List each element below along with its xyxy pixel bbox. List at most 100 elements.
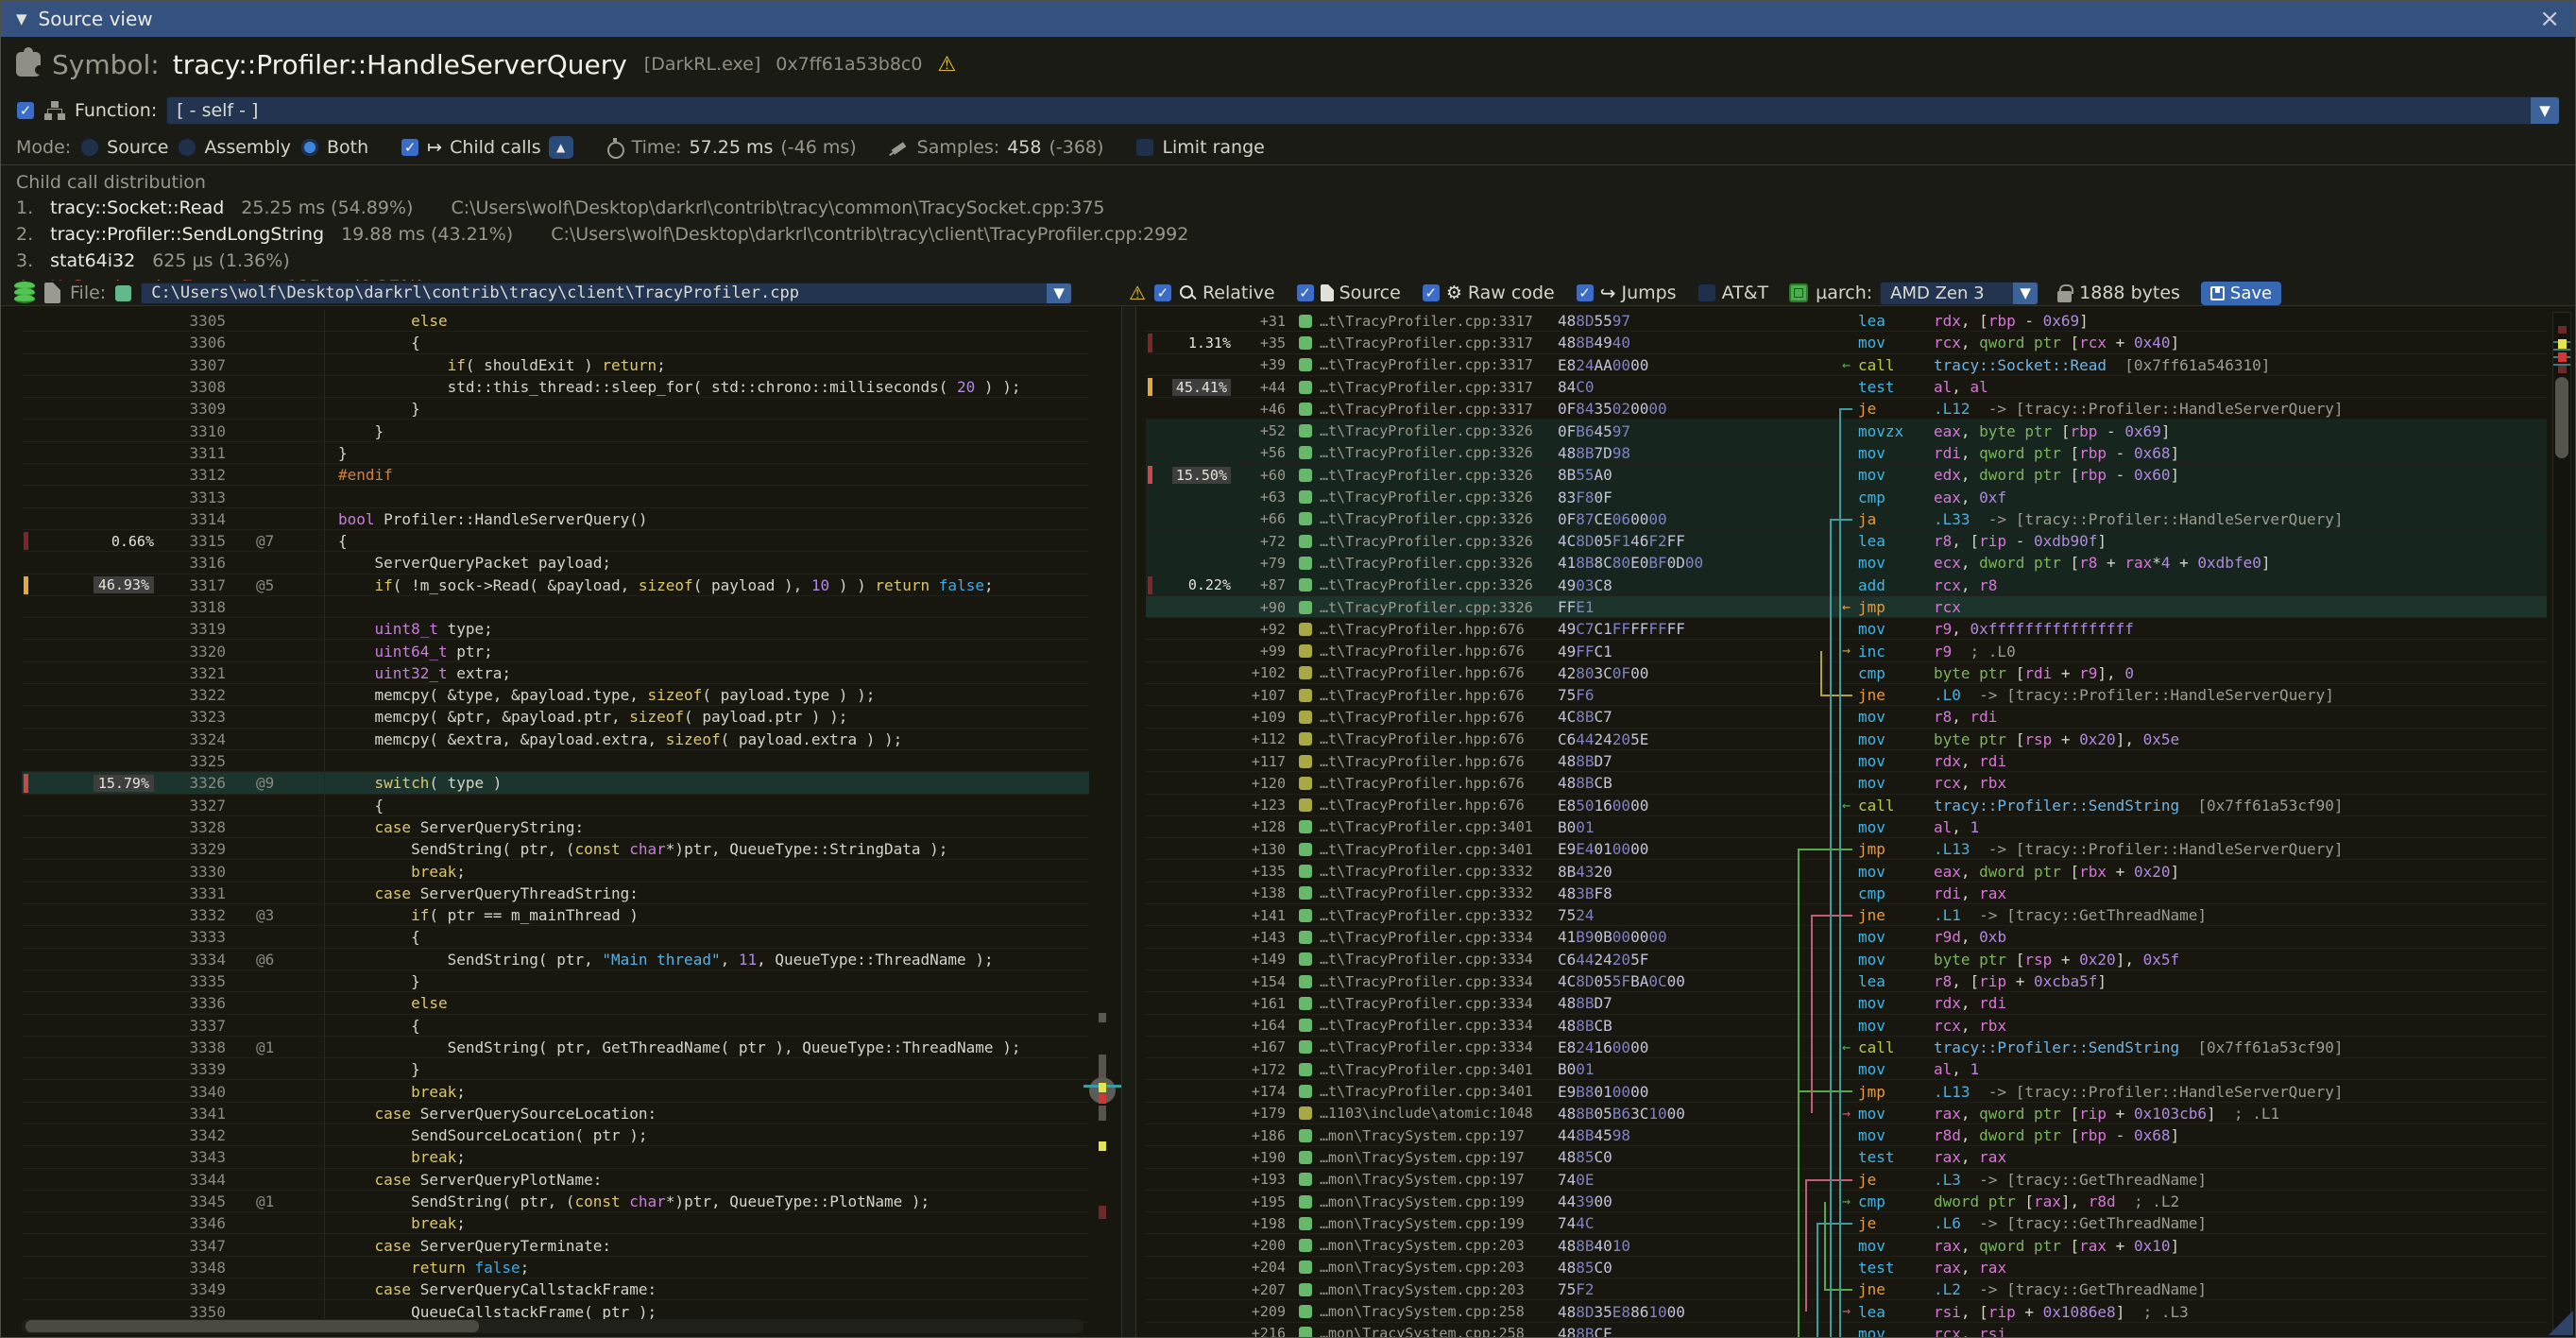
source-file-icon[interactable] bbox=[1299, 755, 1312, 768]
asm-source-location[interactable]: …mon\TracySystem.cpp:199 bbox=[1320, 1215, 1558, 1232]
asm-source-location[interactable]: …mon\TracySystem.cpp:258 bbox=[1320, 1303, 1558, 1320]
source-file-icon[interactable] bbox=[1299, 1085, 1312, 1098]
asm-mnemonic[interactable]: cmp bbox=[1852, 489, 1934, 506]
source-file-icon[interactable] bbox=[1299, 1151, 1312, 1164]
source-line[interactable]: 3312#endif bbox=[22, 464, 1089, 486]
asm-row[interactable]: +179…1103\include\atomic:1048488B05B63C1… bbox=[1146, 1103, 2547, 1124]
asm-row[interactable]: +186…mon\TracySystem.cpp:197448B4598movr… bbox=[1146, 1124, 2547, 1146]
source-line[interactable]: 15.79%3326@9 switch( type ) bbox=[22, 772, 1089, 794]
asm-source-location[interactable]: …t\TracyProfiler.cpp:3317 bbox=[1320, 313, 1558, 330]
asm-mnemonic[interactable]: mov bbox=[1852, 818, 1934, 836]
source-file-icon[interactable] bbox=[1299, 490, 1312, 504]
source-line[interactable]: 3331 case ServerQueryThreadString: bbox=[22, 883, 1089, 904]
line-number[interactable]: 3347 bbox=[163, 1237, 239, 1255]
asm-source-location[interactable]: …t\TracyProfiler.cpp:3401 bbox=[1320, 841, 1558, 858]
asm-mnemonic[interactable]: mov bbox=[1852, 1060, 1934, 1078]
asm-offset[interactable]: +56 bbox=[1237, 444, 1291, 461]
asm-mnemonic[interactable]: mov bbox=[1852, 444, 1934, 462]
child-call-row[interactable]: 1.tracy::Socket::Read25.25 ms (54.89%)C:… bbox=[16, 195, 2575, 221]
asm-row[interactable]: +172…t\TracyProfiler.cpp:3401B001moval, … bbox=[1146, 1058, 2547, 1080]
source-line[interactable]: 3337 { bbox=[22, 1015, 1089, 1037]
asm-offset[interactable]: +128 bbox=[1237, 818, 1291, 835]
source-line[interactable]: 3328 case ServerQueryString: bbox=[22, 816, 1089, 838]
source-line[interactable]: 3335 } bbox=[22, 970, 1089, 992]
asm-offset[interactable]: +207 bbox=[1237, 1281, 1291, 1298]
source-line[interactable]: 3347 case ServerQueryTerminate: bbox=[22, 1234, 1089, 1256]
asm-source-location[interactable]: …t\TracyProfiler.cpp:3401 bbox=[1320, 1083, 1558, 1100]
asm-row[interactable]: +46…t\TracyProfiler.cpp:33170F8435020000… bbox=[1146, 398, 2547, 420]
asm-offset[interactable]: +143 bbox=[1237, 929, 1291, 946]
asm-source-location[interactable]: …t\TracyProfiler.cpp:3326 bbox=[1320, 510, 1558, 527]
source-file-icon[interactable] bbox=[1299, 446, 1312, 459]
asm-row[interactable]: +135…t\TracyProfiler.cpp:33328B4320movea… bbox=[1146, 860, 2547, 882]
asm-source-location[interactable]: …mon\TracySystem.cpp:197 bbox=[1320, 1149, 1558, 1166]
asm-source-location[interactable]: …t\TracyProfiler.cpp:3326 bbox=[1320, 533, 1558, 550]
source-line[interactable]: 3319 uint8_t type; bbox=[22, 618, 1089, 640]
line-number[interactable]: 3338 bbox=[163, 1038, 239, 1056]
asm-mnemonic[interactable]: mov bbox=[1852, 863, 1934, 881]
asm-source-location[interactable]: …t\TracyProfiler.hpp:676 bbox=[1320, 621, 1558, 638]
asm-source-location[interactable]: …t\TracyProfiler.hpp:676 bbox=[1320, 687, 1558, 704]
line-number[interactable]: 3336 bbox=[163, 994, 239, 1012]
asm-row[interactable]: +31…t\TracyProfiler.cpp:3317488D5597lear… bbox=[1146, 310, 2547, 332]
asm-row[interactable]: +117…t\TracyProfiler.hpp:676488BD7movrdx… bbox=[1146, 750, 2547, 772]
asm-offset[interactable]: +46 bbox=[1237, 401, 1291, 418]
line-number[interactable]: 3319 bbox=[163, 620, 239, 638]
document-icon[interactable] bbox=[44, 283, 60, 303]
asm-offset[interactable]: +164 bbox=[1237, 1017, 1291, 1034]
source-pane[interactable]: 3305 else3306 {3307 if( shouldExit ) ret… bbox=[1, 306, 1121, 1337]
asm-offset[interactable]: +209 bbox=[1237, 1303, 1291, 1320]
asm-source-location[interactable]: …t\TracyProfiler.cpp:3334 bbox=[1320, 1017, 1558, 1034]
source-line[interactable]: 3314bool Profiler::HandleServerQuery() bbox=[22, 508, 1089, 530]
line-number[interactable]: 3317 bbox=[163, 576, 239, 594]
line-number[interactable]: 3345 bbox=[163, 1192, 239, 1210]
source-line[interactable]: 3348 return false; bbox=[22, 1257, 1089, 1278]
asm-mnemonic[interactable]: cmp bbox=[1852, 664, 1934, 682]
source-line[interactable]: 3338@1 SendString( ptr, GetThreadName( p… bbox=[22, 1037, 1089, 1058]
source-line[interactable]: 3336 else bbox=[22, 992, 1089, 1014]
source-line[interactable]: 3316 ServerQueryPacket payload; bbox=[22, 552, 1089, 574]
line-number[interactable]: 3320 bbox=[163, 643, 239, 660]
asm-row[interactable]: +128…t\TracyProfiler.cpp:3401B001moval, … bbox=[1146, 816, 2547, 838]
asm-offset[interactable]: +31 bbox=[1237, 313, 1291, 330]
relative-toggle[interactable]: Relative bbox=[1153, 283, 1275, 303]
asm-mnemonic[interactable]: lea bbox=[1852, 1303, 1934, 1321]
asm-source-location[interactable]: …t\TracyProfiler.hpp:676 bbox=[1320, 709, 1558, 726]
line-number[interactable]: 3311 bbox=[163, 444, 239, 462]
file-select[interactable]: C:\Users\wolf\Desktop\darkrl\contrib\tra… bbox=[141, 283, 1072, 304]
asm-mnemonic[interactable]: je bbox=[1852, 400, 1934, 418]
save-button[interactable]: Save bbox=[2201, 282, 2281, 305]
source-line[interactable]: 3340 break; bbox=[22, 1080, 1089, 1102]
asm-row[interactable]: +164…t\TracyProfiler.cpp:3334488BCBmovrc… bbox=[1146, 1015, 2547, 1037]
asm-row[interactable]: +207…mon\TracySystem.cpp:20375F2jne.L2 -… bbox=[1146, 1278, 2547, 1300]
asm-offset[interactable]: +35 bbox=[1237, 334, 1291, 352]
line-number[interactable]: 3323 bbox=[163, 708, 239, 726]
asm-offset[interactable]: +200 bbox=[1237, 1237, 1291, 1254]
radio-icon[interactable] bbox=[178, 138, 196, 157]
asm-offset[interactable]: +123 bbox=[1237, 797, 1291, 814]
asm-row[interactable]: +174…t\TracyProfiler.cpp:3401E9B8010000j… bbox=[1146, 1080, 2547, 1102]
line-number[interactable]: 3350 bbox=[163, 1303, 239, 1321]
source-line[interactable]: 3329 SendString( ptr, (const char*)ptr, … bbox=[22, 838, 1089, 860]
function-checkbox[interactable] bbox=[16, 101, 35, 120]
asm-source-location[interactable]: …t\TracyProfiler.cpp:3334 bbox=[1320, 973, 1558, 990]
asm-source-location[interactable]: …t\TracyProfiler.cpp:3317 bbox=[1320, 356, 1558, 373]
asm-mnemonic[interactable]: jne bbox=[1852, 1280, 1934, 1298]
asm-offset[interactable]: +167 bbox=[1237, 1038, 1291, 1055]
source-file-icon[interactable] bbox=[1299, 1173, 1312, 1186]
asm-mnemonic[interactable]: lea bbox=[1852, 312, 1934, 330]
resize-grip[interactable] bbox=[2549, 1311, 2573, 1335]
asm-source-location[interactable]: …t\TracyProfiler.hpp:676 bbox=[1320, 664, 1558, 681]
asm-offset[interactable]: +141 bbox=[1237, 907, 1291, 924]
asm-row[interactable]: +66…t\TracyProfiler.cpp:33260F87CE060000… bbox=[1146, 508, 2547, 530]
asm-offset[interactable]: +92 bbox=[1237, 621, 1291, 638]
assembly-scrollbar[interactable] bbox=[2552, 312, 2571, 1332]
asm-mnemonic[interactable]: je bbox=[1852, 1171, 1934, 1189]
source-line[interactable]: 46.93%3317@5 if( !m_sock->Read( &payload… bbox=[22, 575, 1089, 596]
asm-mnemonic[interactable]: cmp bbox=[1852, 1192, 1934, 1210]
asm-mnemonic[interactable]: mov bbox=[1852, 774, 1934, 792]
source-toggle[interactable]: Source bbox=[1296, 283, 1401, 303]
chevron-down-icon[interactable]: ▼ bbox=[2531, 97, 2559, 124]
asm-mnemonic[interactable]: mov bbox=[1852, 708, 1934, 726]
asm-source-location[interactable]: …t\TracyProfiler.hpp:676 bbox=[1320, 797, 1558, 814]
